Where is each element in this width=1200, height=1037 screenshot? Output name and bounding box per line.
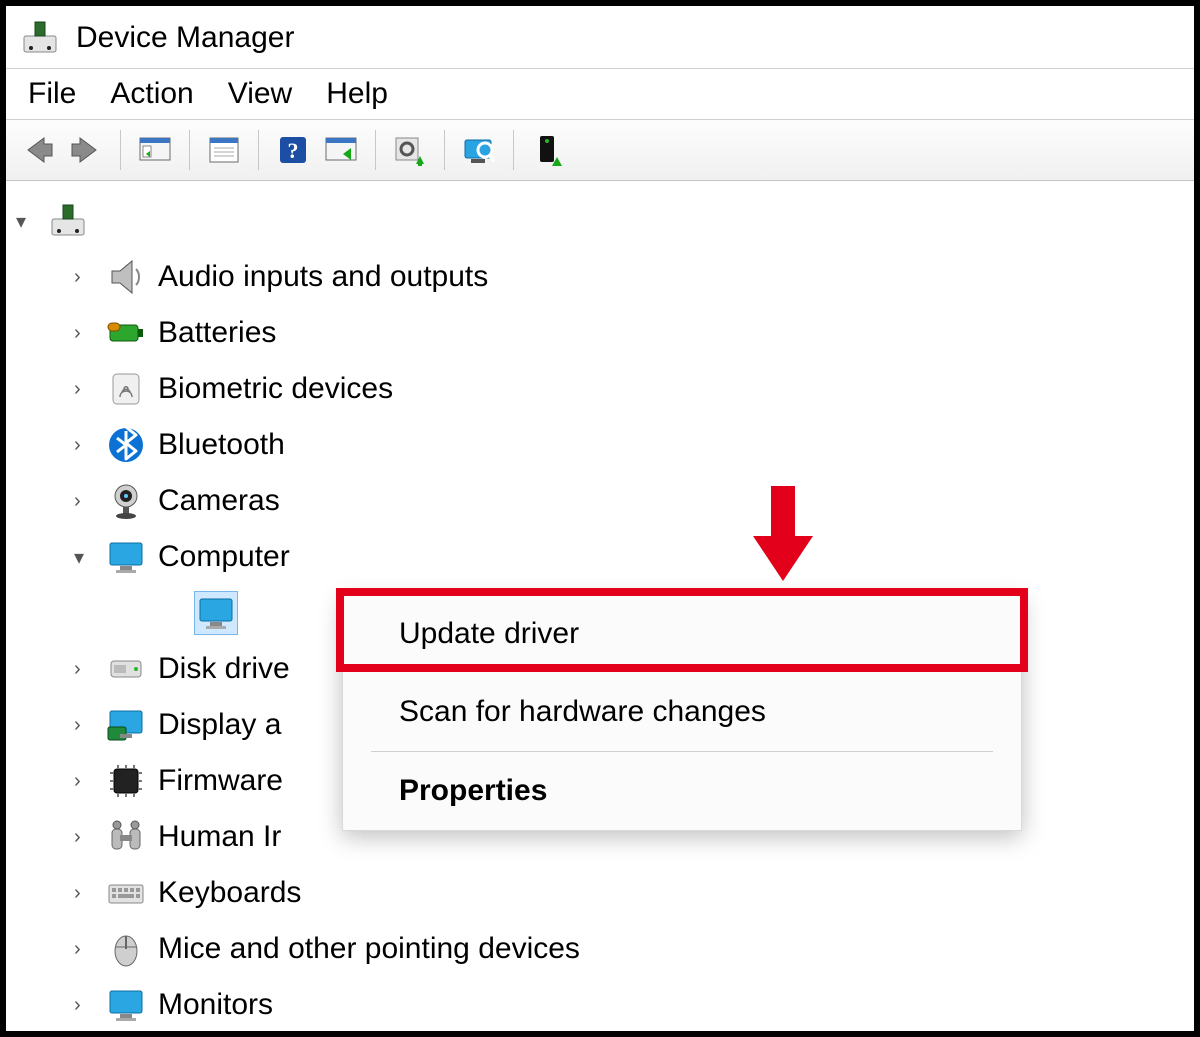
tree-node-label: Mice and other pointing devices bbox=[158, 932, 580, 966]
titlebar: Device Manager bbox=[6, 6, 1194, 68]
battery-icon bbox=[104, 311, 148, 355]
toolbar-help-button[interactable]: ? bbox=[271, 128, 315, 172]
hid-icon bbox=[104, 815, 148, 859]
forward-button[interactable] bbox=[64, 128, 108, 172]
menu-file[interactable]: File bbox=[28, 77, 76, 111]
chevron-right-icon[interactable]: › bbox=[74, 658, 94, 681]
display-adapter-icon bbox=[104, 703, 148, 747]
toolbar-separator bbox=[189, 130, 190, 170]
window-title: Device Manager bbox=[76, 21, 294, 55]
toolbar-separator bbox=[120, 130, 121, 170]
chevron-right-icon[interactable]: › bbox=[74, 322, 94, 345]
tree-node-label: Display a bbox=[158, 708, 281, 742]
monitor-icon bbox=[104, 983, 148, 1027]
menu-view[interactable]: View bbox=[228, 77, 292, 111]
context-menu-properties[interactable]: Properties bbox=[343, 752, 1021, 830]
tree-node-label: Biometric devices bbox=[158, 372, 393, 406]
context-menu-update-driver[interactable]: Update driver bbox=[343, 595, 1021, 673]
tree-node-cameras[interactable]: › Cameras bbox=[16, 473, 1194, 529]
chevron-right-icon[interactable]: › bbox=[74, 266, 94, 289]
tree-node-keyboards[interactable]: › Keyboards bbox=[16, 865, 1194, 921]
tree-node-batteries[interactable]: › Batteries bbox=[16, 305, 1194, 361]
tree-node-computer[interactable]: ▾ Computer bbox=[16, 529, 1194, 585]
mouse-icon bbox=[104, 927, 148, 971]
chevron-down-icon[interactable]: ▾ bbox=[74, 545, 94, 570]
chevron-right-icon[interactable]: › bbox=[74, 434, 94, 457]
toolbar-separator bbox=[513, 130, 514, 170]
chevron-down-icon[interactable]: ▾ bbox=[16, 209, 36, 234]
tree-node-biometric[interactable]: › Biometric devices bbox=[16, 361, 1194, 417]
monitor-icon bbox=[104, 535, 148, 579]
context-menu-scan-hardware[interactable]: Scan for hardware changes bbox=[343, 673, 1021, 751]
toolbar-console-tree-button[interactable] bbox=[133, 128, 177, 172]
toolbar-add-hardware-button[interactable] bbox=[526, 128, 570, 172]
device-manager-icon bbox=[18, 16, 62, 60]
menu-help[interactable]: Help bbox=[326, 77, 388, 111]
bluetooth-icon bbox=[104, 423, 148, 467]
toolbar-scan-hardware-button[interactable] bbox=[457, 128, 501, 172]
tree-node-label: Computer bbox=[158, 540, 290, 574]
toolbar-separator bbox=[444, 130, 445, 170]
tree-node-label: Firmware bbox=[158, 764, 283, 798]
tree-root-node[interactable]: ▾ bbox=[16, 193, 1194, 249]
tree-node-label: Batteries bbox=[158, 316, 276, 350]
context-menu-item-label: Update driver bbox=[399, 617, 579, 650]
context-menu-item-label: Properties bbox=[399, 774, 547, 807]
keyboard-icon bbox=[104, 871, 148, 915]
fingerprint-icon bbox=[104, 367, 148, 411]
context-menu: Update driver Scan for hardware changes … bbox=[342, 594, 1022, 831]
tree-node-mice[interactable]: › Mice and other pointing devices bbox=[16, 921, 1194, 977]
toolbar-action-list-button[interactable] bbox=[319, 128, 363, 172]
chevron-right-icon[interactable]: › bbox=[74, 770, 94, 793]
chevron-right-icon[interactable]: › bbox=[74, 994, 94, 1017]
chevron-right-icon[interactable]: › bbox=[74, 490, 94, 513]
tree-node-audio[interactable]: › Audio inputs and outputs bbox=[16, 249, 1194, 305]
computer-root-icon bbox=[46, 199, 90, 243]
toolbar-separator bbox=[375, 130, 376, 170]
svg-text:?: ? bbox=[288, 138, 299, 163]
toolbar-separator bbox=[258, 130, 259, 170]
back-button[interactable] bbox=[16, 128, 60, 172]
context-menu-item-label: Scan for hardware changes bbox=[399, 695, 766, 728]
tree-node-bluetooth[interactable]: › Bluetooth bbox=[16, 417, 1194, 473]
tree-node-label: Audio inputs and outputs bbox=[158, 260, 488, 294]
tree-node-label: Human Ir bbox=[158, 820, 281, 854]
tree-node-label: Keyboards bbox=[158, 876, 301, 910]
tree-node-label: Bluetooth bbox=[158, 428, 285, 462]
chevron-right-icon[interactable]: › bbox=[74, 826, 94, 849]
toolbar: ? bbox=[6, 120, 1194, 181]
chevron-right-icon[interactable]: › bbox=[74, 882, 94, 905]
tree-node-label: Monitors bbox=[158, 988, 273, 1022]
chevron-right-icon[interactable]: › bbox=[74, 714, 94, 737]
chevron-right-icon[interactable]: › bbox=[74, 938, 94, 961]
tree-node-monitors[interactable]: › Monitors bbox=[16, 977, 1194, 1033]
tree-node-label: Disk drive bbox=[158, 652, 290, 686]
chip-icon bbox=[104, 759, 148, 803]
monitor-icon bbox=[194, 591, 238, 635]
disk-icon bbox=[104, 647, 148, 691]
tree-node-label: Cameras bbox=[158, 484, 280, 518]
chevron-right-icon[interactable]: › bbox=[74, 378, 94, 401]
menubar: File Action View Help bbox=[6, 68, 1194, 120]
speaker-icon bbox=[104, 255, 148, 299]
toolbar-properties-button[interactable] bbox=[202, 128, 246, 172]
camera-icon bbox=[104, 479, 148, 523]
toolbar-update-driver-button[interactable] bbox=[388, 128, 432, 172]
menu-action[interactable]: Action bbox=[110, 77, 193, 111]
